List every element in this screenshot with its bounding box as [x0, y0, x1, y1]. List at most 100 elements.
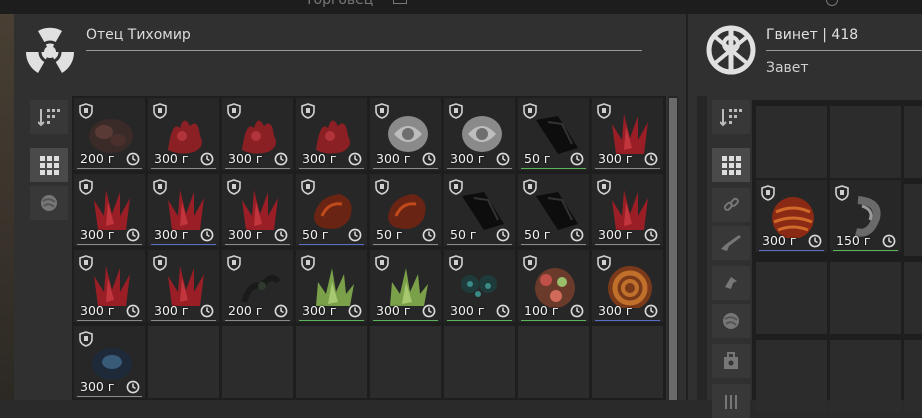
player-empty-slot[interactable] — [904, 184, 922, 256]
player-filter-all-button[interactable] — [712, 148, 750, 182]
trader-item-slot[interactable]: 300 г — [444, 250, 515, 322]
item-price: 300 г — [376, 151, 411, 166]
item-price: 300 г — [80, 379, 115, 394]
shield-icon — [597, 103, 611, 119]
clock-icon — [644, 304, 658, 318]
item-price: 300 г — [598, 227, 633, 242]
trader-empty-slot[interactable] — [148, 326, 219, 398]
clock-icon — [126, 304, 140, 318]
player-sort-button[interactable] — [712, 100, 750, 134]
player-filter-pistols-button[interactable] — [712, 266, 750, 300]
shield-icon — [449, 103, 463, 119]
trader-item-slot[interactable]: 300 г — [148, 250, 219, 322]
rarity-underline — [225, 168, 290, 169]
player-empty-slot[interactable] — [904, 340, 922, 412]
player-item-slot[interactable]: 150 г — [830, 180, 901, 252]
rarity-underline — [77, 244, 142, 245]
trader-empty-slot[interactable] — [222, 326, 293, 398]
clock-icon — [274, 304, 288, 318]
trader-item-slot[interactable]: 50 г — [444, 174, 515, 246]
clock-icon — [200, 304, 214, 318]
trader-item-slot[interactable]: 300 г — [148, 174, 219, 246]
trader-empty-slot[interactable] — [518, 326, 589, 398]
item-price: 300 г — [450, 151, 485, 166]
clock-icon — [422, 304, 436, 318]
player-empty-slot[interactable] — [904, 262, 922, 334]
trader-item-slot[interactable]: 50 г — [518, 98, 589, 170]
trader-item-slot[interactable]: 300 г — [592, 174, 663, 246]
clock-icon — [348, 228, 362, 242]
filter-artifacts-button[interactable] — [30, 186, 68, 220]
item-price: 150 г — [836, 233, 871, 248]
rarity-underline — [595, 168, 660, 169]
trader-empty-slot[interactable] — [370, 326, 441, 398]
shield-icon — [761, 185, 775, 201]
player-filter-attachments-button[interactable] — [712, 188, 750, 222]
player-item-slot[interactable]: 300 г — [756, 180, 827, 252]
rarity-underline — [77, 168, 142, 169]
trader-scrollbar-thumb[interactable] — [669, 98, 677, 400]
player-filter-more-button[interactable] — [712, 384, 750, 418]
rarity-underline — [595, 244, 660, 245]
trader-empty-slot[interactable] — [296, 326, 367, 398]
trader-item-slot[interactable]: 100 г — [518, 250, 589, 322]
trader-item-slot[interactable]: 300 г — [74, 174, 145, 246]
rarity-underline — [521, 320, 586, 321]
player-empty-slot[interactable] — [830, 340, 901, 412]
player-name: Гвинет | 418 — [766, 27, 859, 43]
player-empty-slot[interactable] — [756, 106, 827, 178]
clock-icon — [126, 380, 140, 394]
player-empty-slot[interactable] — [830, 106, 901, 178]
rarity-underline — [225, 244, 290, 245]
item-price: 50 г — [524, 151, 551, 166]
trader-empty-slot[interactable] — [444, 326, 515, 398]
top-checkbox[interactable] — [393, 0, 407, 4]
trader-item-slot[interactable]: 300 г — [74, 326, 145, 398]
shield-icon — [597, 179, 611, 195]
trader-item-slot[interactable]: 50 г — [518, 174, 589, 246]
trader-item-slot[interactable]: 300 г — [296, 250, 367, 322]
trader-item-slot[interactable]: 300 г — [222, 174, 293, 246]
trader-item-slot[interactable]: 300 г — [370, 98, 441, 170]
trader-item-slot[interactable]: 200 г — [222, 250, 293, 322]
player-empty-slot[interactable] — [756, 262, 827, 334]
player-empty-slot[interactable] — [904, 106, 922, 178]
trader-item-slot[interactable]: 50 г — [296, 174, 367, 246]
trader-item-slot[interactable]: 200 г — [74, 98, 145, 170]
shield-icon — [227, 103, 241, 119]
item-price: 300 г — [228, 151, 263, 166]
rarity-underline — [373, 168, 438, 169]
sort-button[interactable] — [30, 100, 68, 134]
player-empty-slot[interactable] — [756, 340, 827, 412]
trader-empty-slot[interactable] — [592, 326, 663, 398]
clock-icon — [274, 228, 288, 242]
rarity-underline — [299, 320, 364, 321]
trader-item-slot[interactable]: 300 г — [592, 98, 663, 170]
trader-item-slot[interactable]: 300 г — [148, 98, 219, 170]
trader-item-slot[interactable]: 300 г — [296, 98, 367, 170]
trader-item-slot[interactable]: 300 г — [222, 98, 293, 170]
item-price: 100 г — [524, 303, 559, 318]
item-price: 300 г — [598, 151, 633, 166]
item-price: 50 г — [524, 227, 551, 242]
filter-all-button[interactable] — [30, 148, 68, 182]
trader-item-slot[interactable]: 300 г — [592, 250, 663, 322]
rarity-underline — [77, 396, 142, 397]
trader-item-slot[interactable]: 300 г — [444, 98, 515, 170]
more-icon — [725, 395, 737, 409]
trader-item-slot[interactable]: 50 г — [370, 174, 441, 246]
clock-icon — [570, 228, 584, 242]
player-filter-containers-button[interactable] — [712, 344, 750, 378]
player-empty-slot[interactable] — [830, 262, 901, 334]
rarity-underline — [77, 320, 142, 321]
item-price: 300 г — [376, 303, 411, 318]
player-filter-weapons-button[interactable] — [712, 226, 750, 260]
trader-item-slot[interactable]: 300 г — [74, 250, 145, 322]
rarity-underline — [447, 244, 512, 245]
player-sidebar-gap — [697, 96, 707, 400]
item-price: 200 г — [80, 151, 115, 166]
trader-divider — [86, 50, 642, 51]
player-filter-artifacts-button[interactable] — [712, 304, 750, 338]
item-price: 300 г — [302, 151, 337, 166]
trader-item-slot[interactable]: 300 г — [370, 250, 441, 322]
